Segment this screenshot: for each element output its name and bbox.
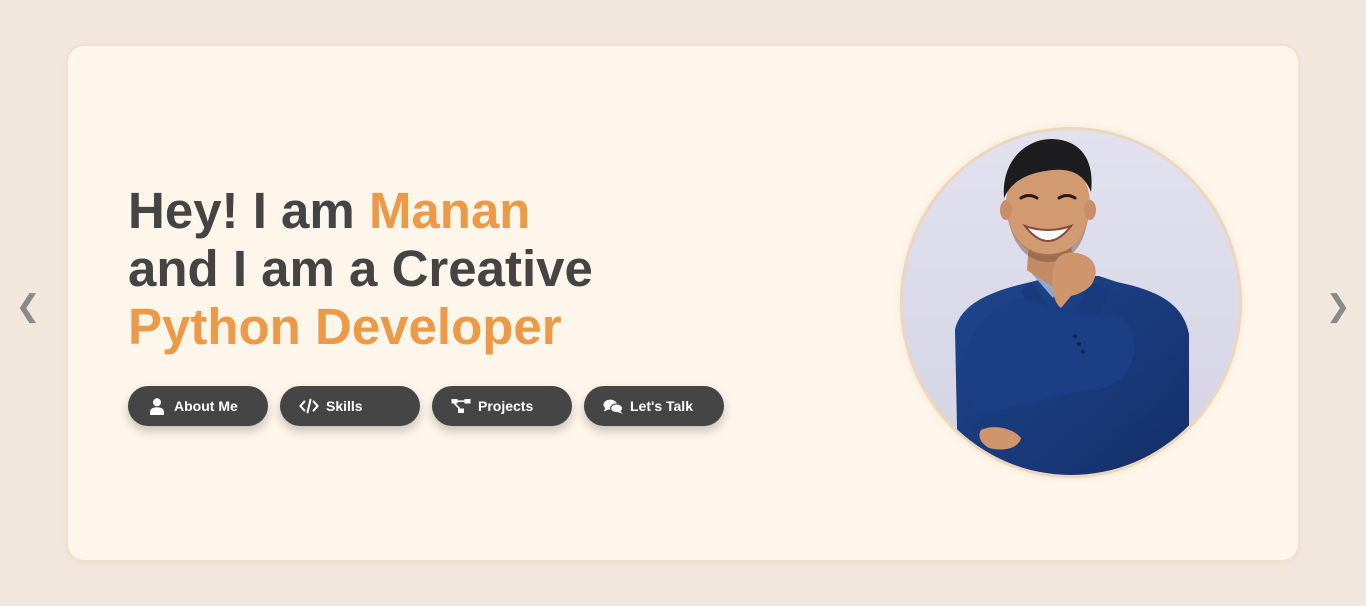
- next-slide-arrow-icon[interactable]: ❯: [1325, 286, 1350, 326]
- sitemap-icon: [451, 396, 471, 416]
- hero-action-buttons: About Me Skills Projects Let's Talk: [128, 386, 724, 426]
- skills-button[interactable]: Skills: [280, 386, 420, 426]
- headline-line-1: Hey! I am Manan: [128, 182, 593, 240]
- lets-talk-label: Let's Talk: [630, 398, 693, 414]
- lets-talk-button[interactable]: Let's Talk: [584, 386, 724, 426]
- code-icon: [299, 396, 319, 416]
- skills-label: Skills: [326, 398, 363, 414]
- headline-role: Python Developer: [128, 298, 562, 355]
- headline-greeting: Hey! I am: [128, 182, 369, 239]
- projects-button[interactable]: Projects: [432, 386, 572, 426]
- headline-line-2: and I am a Creative: [128, 240, 593, 297]
- about-me-button[interactable]: About Me: [128, 386, 268, 426]
- user-icon: [147, 396, 167, 416]
- hero-slider: ❮ Hey! I am Manan and I am a Creative Py…: [0, 0, 1366, 606]
- prev-slide-arrow-icon[interactable]: ❮: [15, 286, 40, 326]
- hero-headline: Hey! I am Manan and I am a Creative Pyth…: [128, 182, 593, 356]
- about-me-label: About Me: [174, 398, 238, 414]
- chat-icon: [603, 396, 623, 416]
- projects-label: Projects: [478, 398, 534, 414]
- profile-photo: [903, 130, 1239, 475]
- headline-name: Manan: [368, 182, 531, 239]
